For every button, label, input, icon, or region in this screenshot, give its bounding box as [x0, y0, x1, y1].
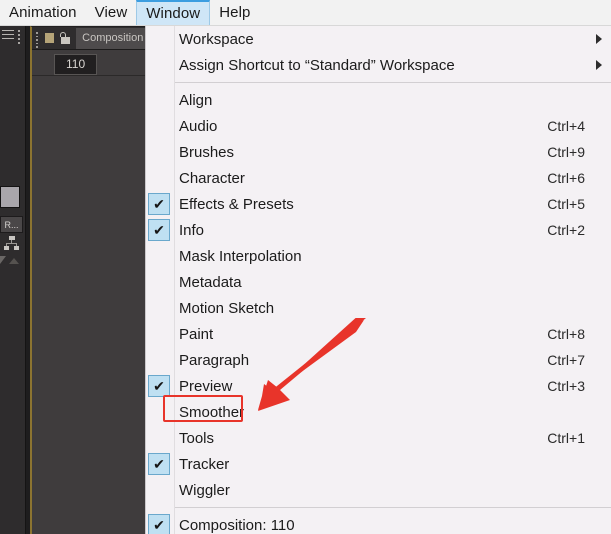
menu-item-label: Effects & Presets [179, 195, 294, 213]
lock-icon[interactable] [59, 31, 71, 45]
menu-item-label: Motion Sketch [179, 299, 275, 317]
menu-item-label: Assign Shortcut to “Standard” Workspace [179, 56, 455, 74]
menu-item-label: Metadata [179, 273, 242, 291]
menu-item-shortcut: Ctrl+7 [547, 352, 585, 368]
color-swatch-icon[interactable] [0, 186, 20, 208]
menu-item-label: Mask Interpolation [179, 247, 302, 265]
rail-corner-marker [0, 256, 6, 264]
composition-tab-bar: Composition [32, 27, 145, 50]
menu-item-label: Info [179, 221, 205, 239]
menu-item-info[interactable]: ✔ Info Ctrl+2 [146, 217, 611, 243]
menu-item-label: Paint [179, 325, 214, 343]
screenshot-root: Animation View Window Help R... Composit… [0, 0, 611, 534]
menu-item-align[interactable]: Align [146, 87, 611, 113]
menu-item-shortcut: Ctrl+9 [547, 144, 585, 160]
composition-panel: Composition 110 [30, 26, 145, 534]
chevron-right-icon [596, 34, 602, 44]
menu-title-help[interactable]: Help [210, 0, 259, 25]
menu-item-audio[interactable]: Audio Ctrl+4 [146, 113, 611, 139]
composition-panel-rule [32, 75, 145, 76]
menu-item-shortcut: Ctrl+6 [547, 170, 585, 186]
menu-item-metadata[interactable]: Metadata [146, 269, 611, 295]
menu-item-mask-interpolation[interactable]: Mask Interpolation [146, 243, 611, 269]
menu-item-assign-shortcut-to-standard-workspace[interactable]: Assign Shortcut to “Standard” Workspace [146, 52, 611, 78]
tab-grip-icon[interactable] [36, 32, 40, 48]
composition-name-field[interactable]: 110 [54, 54, 98, 75]
menu-item-label: Tracker [179, 455, 230, 473]
chevron-right-icon [596, 60, 602, 70]
color-swatch-icon[interactable] [44, 33, 55, 43]
tab-composition[interactable]: Composition [76, 27, 145, 49]
checkmark-icon: ✔ [148, 193, 170, 215]
menu-item-shortcut: Ctrl+8 [547, 326, 585, 342]
menu-item-label: Tools [179, 429, 215, 447]
render-button[interactable]: R... [0, 216, 23, 233]
menu-item-shortcut: Ctrl+2 [547, 222, 585, 238]
menu-item-label: Preview [179, 377, 233, 395]
menu-item-character[interactable]: Character Ctrl+6 [146, 165, 611, 191]
menu-separator [175, 507, 611, 508]
rail-grip-icon [2, 30, 14, 41]
menu-item-composition-110[interactable]: ✔ Composition: 110 [146, 512, 611, 534]
menu-item-preview[interactable]: ✔ Preview Ctrl+3 [146, 373, 611, 399]
menu-item-label: Workspace [179, 30, 254, 48]
menu-item-label: Composition: 110 [179, 516, 295, 534]
rail-dots-icon [18, 30, 21, 44]
menu-item-label: Brushes [179, 143, 235, 161]
menu-item-label: Audio [179, 117, 218, 135]
checkmark-icon: ✔ [148, 514, 170, 534]
menu-item-brushes[interactable]: Brushes Ctrl+9 [146, 139, 611, 165]
network-tree-icon[interactable] [4, 236, 20, 250]
menu-item-list: Workspace Assign Shortcut to “Standard” W… [146, 26, 611, 534]
menu-title-window[interactable]: Window [136, 0, 211, 25]
menu-item-motion-sketch[interactable]: Motion Sketch [146, 295, 611, 321]
menu-item-label: Align [179, 91, 213, 109]
menu-item-label: Character [179, 169, 245, 187]
menu-item-effects-presets[interactable]: ✔ Effects & Presets Ctrl+5 [146, 191, 611, 217]
left-tool-rail[interactable]: R... [0, 26, 26, 534]
menu-item-shortcut: Ctrl+4 [547, 118, 585, 134]
window-dropdown-menu[interactable]: Workspace Assign Shortcut to “Standard” W… [145, 26, 611, 534]
checkmark-icon: ✔ [148, 453, 170, 475]
triangle-icon [9, 258, 19, 264]
menu-title-view[interactable]: View [86, 0, 137, 25]
menu-item-workspace[interactable]: Workspace [146, 26, 611, 52]
menu-item-wiggler[interactable]: Wiggler [146, 477, 611, 503]
menu-item-shortcut: Ctrl+1 [547, 430, 585, 446]
menu-item-tools[interactable]: Tools Ctrl+1 [146, 425, 611, 451]
menu-item-label: Paragraph [179, 351, 250, 369]
menu-item-smoother[interactable]: Smoother [146, 399, 611, 425]
menu-title-animation[interactable]: Animation [0, 0, 86, 25]
menu-item-paint[interactable]: Paint Ctrl+8 [146, 321, 611, 347]
checkmark-icon: ✔ [148, 219, 170, 241]
menu-item-shortcut: Ctrl+5 [547, 196, 585, 212]
checkmark-icon: ✔ [148, 375, 170, 397]
menu-separator [175, 82, 611, 83]
menu-item-label: Wiggler [179, 481, 230, 499]
menu-bar: Animation View Window Help [0, 0, 611, 26]
menu-item-paragraph[interactable]: Paragraph Ctrl+7 [146, 347, 611, 373]
menu-item-tracker[interactable]: ✔ Tracker [146, 451, 611, 477]
menu-item-shortcut: Ctrl+3 [547, 378, 585, 394]
menu-item-label: Smoother [179, 403, 245, 421]
